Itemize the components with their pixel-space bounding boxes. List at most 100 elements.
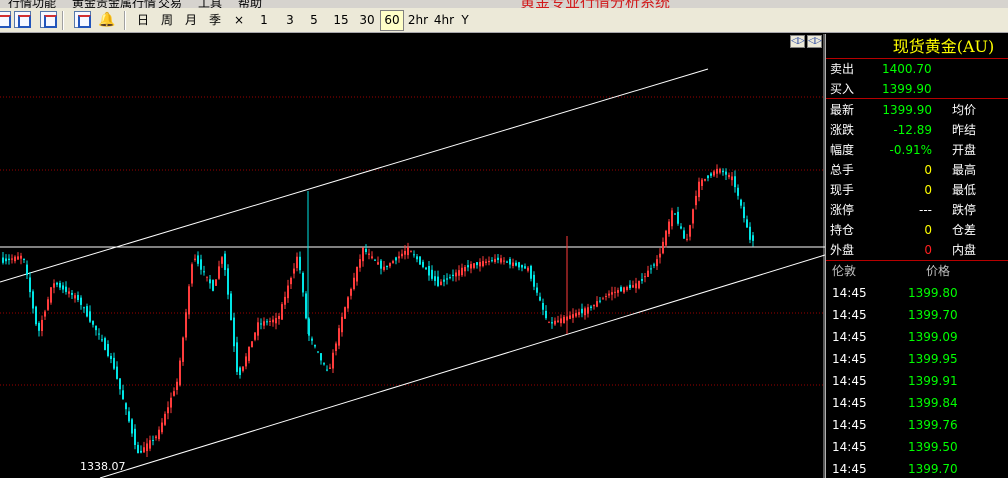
tick-price: 1399.91 (908, 374, 958, 388)
candle-body (110, 355, 112, 360)
tick-price: 1399.70 (908, 462, 958, 476)
candle-body (77, 294, 79, 300)
period-button[interactable]: 3 (282, 10, 298, 31)
candle-body (383, 266, 385, 270)
candle-body (701, 179, 703, 186)
candle-body (683, 230, 685, 239)
candle-body (179, 360, 181, 386)
candle-body (92, 321, 94, 325)
candle-body (422, 261, 424, 268)
chart-grid (0, 34, 825, 478)
pct-value: -0.91% (889, 143, 932, 157)
candle-body (17, 256, 19, 260)
candle-body (287, 285, 289, 299)
candle-body (470, 264, 472, 269)
tick-time: 14:45 (832, 352, 867, 366)
period-button[interactable]: 60 (380, 10, 404, 31)
candle-body (533, 274, 535, 287)
period-button[interactable]: 月 (182, 10, 200, 31)
grid-icon[interactable] (40, 11, 57, 28)
candle-body (350, 288, 352, 296)
candle-body (191, 264, 193, 284)
candle-body (398, 256, 400, 259)
candle-body (446, 278, 448, 280)
scroll-right-button[interactable]: ◁▷ (807, 35, 822, 48)
candle-body (521, 265, 523, 268)
candle-body (14, 256, 16, 262)
period-button[interactable]: 30 (356, 10, 378, 31)
edit-icon[interactable] (74, 11, 91, 28)
period-button[interactable]: 15 (330, 10, 352, 31)
candle-body (59, 282, 61, 288)
period-button[interactable]: Y (458, 10, 472, 31)
candle-body (722, 170, 724, 173)
candle-body (158, 429, 160, 440)
candle-body (746, 219, 748, 228)
candle-body (194, 258, 196, 260)
candle-body (107, 344, 109, 356)
candle-body (431, 269, 433, 279)
tick-time: 14:45 (832, 286, 867, 300)
candle-body (707, 175, 709, 179)
menu-item-market[interactable]: 行情功能 (8, 0, 56, 8)
candle-body (401, 253, 403, 257)
candle-body (248, 346, 250, 361)
candle-body (629, 284, 631, 289)
pct-label: 幅度 (830, 143, 855, 157)
scroll-left-button[interactable]: ◁▷ (790, 35, 805, 48)
candle-body (518, 262, 520, 268)
menu-item-trade[interactable]: 交易 (158, 0, 182, 8)
period-button[interactable]: 2hr (406, 10, 430, 31)
export-icon[interactable] (14, 11, 31, 28)
candle-body (260, 323, 262, 325)
candle-body (71, 293, 73, 295)
outer-row: 外盘 0 内盘 (826, 240, 1008, 260)
tick-row: 14:45 1399.50 (826, 436, 1008, 458)
candle-body (410, 251, 412, 253)
candle-body (524, 266, 526, 269)
candle-body (80, 297, 82, 305)
candle-body (620, 287, 622, 292)
candle-body (662, 241, 664, 254)
menu-item-help[interactable]: 帮助 (238, 0, 262, 8)
candle-body (704, 178, 706, 181)
candle-body (356, 266, 358, 282)
candle-body (203, 271, 205, 273)
candle-body (209, 279, 211, 284)
candle-body (731, 176, 733, 181)
period-button[interactable]: 周 (158, 10, 176, 31)
menu-item-gold-quotes[interactable]: 黄金贵金属行情 (72, 0, 156, 8)
sell-row: 卖出 1400.70 (826, 59, 1008, 79)
candle-body (413, 254, 415, 256)
candle-body (365, 249, 367, 252)
period-button[interactable]: 季 (206, 10, 224, 31)
candle-body (50, 287, 52, 303)
volume-value: 0 (924, 163, 932, 177)
period-button[interactable]: × (232, 10, 246, 31)
menu-item-tools[interactable]: 工具 (198, 0, 222, 8)
candle-body (500, 258, 502, 263)
candle-body (392, 261, 394, 264)
candle-body (656, 259, 658, 267)
candle-body (212, 280, 214, 291)
candle-body (224, 253, 226, 270)
period-button[interactable]: 4hr (432, 10, 456, 31)
candle-body (20, 255, 22, 259)
window-icon[interactable] (0, 11, 11, 28)
tick-row: 14:45 1399.70 (826, 304, 1008, 326)
tick-time: 14:45 (832, 330, 867, 344)
candle-body (323, 363, 325, 365)
candlestick-chart[interactable]: 1338.07 (0, 34, 825, 478)
curvol-label: 现手 (830, 183, 855, 197)
sell-price: 1400.70 (882, 62, 932, 76)
candle-body (734, 176, 736, 188)
period-button[interactable]: 日 (134, 10, 152, 31)
chart-canvas[interactable]: 1338.07 (0, 34, 825, 478)
candle-body (479, 261, 481, 267)
oi-label: 持仓 (830, 223, 855, 237)
period-button[interactable]: 1 (256, 10, 272, 31)
candle-body (206, 276, 208, 278)
period-button[interactable]: 5 (306, 10, 322, 31)
candle-body (677, 211, 679, 224)
alarm-bell-icon[interactable]: 🔔 (98, 11, 115, 29)
